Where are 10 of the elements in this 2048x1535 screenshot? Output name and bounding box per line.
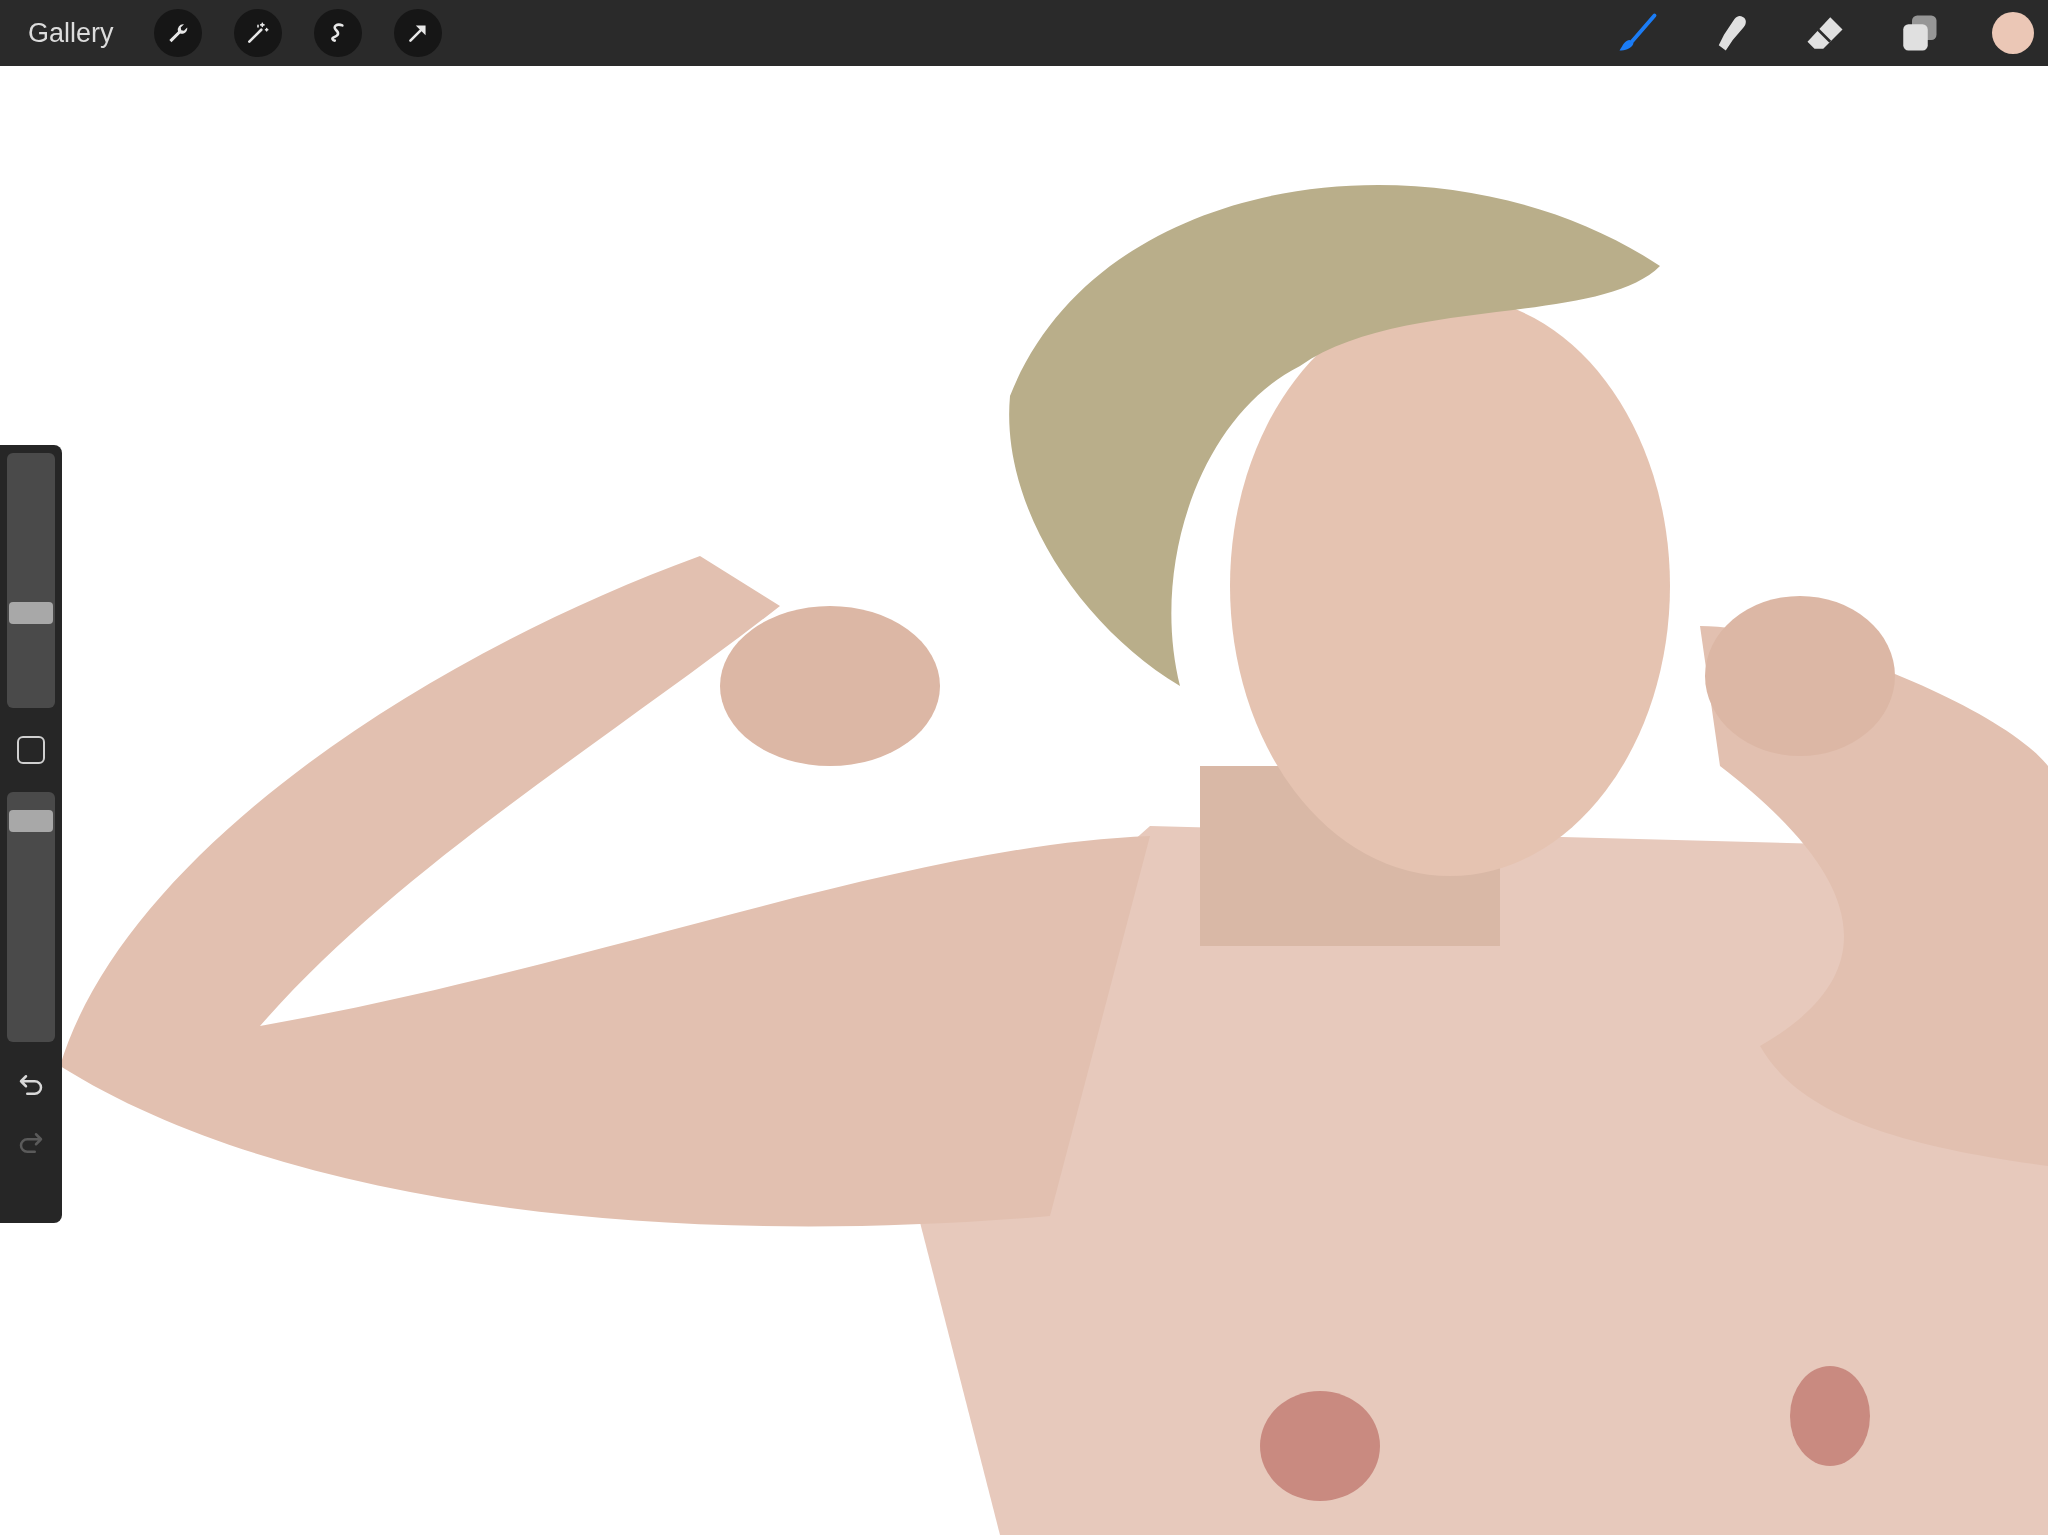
wrench-button[interactable] — [153, 9, 202, 57]
magic-wand-button[interactable] — [233, 9, 282, 57]
arrow-button[interactable] — [393, 9, 442, 57]
brush-tool-button[interactable] — [1616, 12, 1658, 54]
brush-icon — [1616, 12, 1658, 54]
selection-button[interactable] — [313, 9, 362, 57]
size-slider[interactable] — [7, 453, 55, 708]
color-swatch-button[interactable] — [1992, 12, 2034, 54]
gallery-button[interactable]: Gallery — [20, 17, 122, 49]
opacity-slider[interactable] — [7, 792, 55, 1042]
